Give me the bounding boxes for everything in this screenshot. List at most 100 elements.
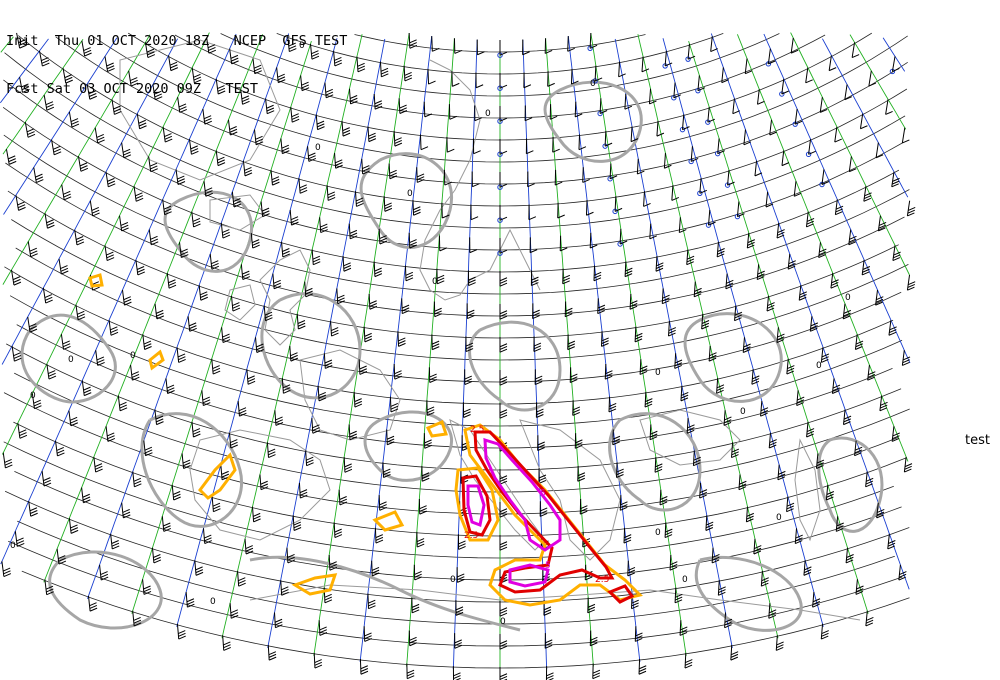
wind-barb [161,516,171,532]
wind-barb [68,410,79,427]
wind-barb [454,633,463,649]
wind-barb [5,149,17,165]
meridian-line [221,34,363,639]
gray-isoline [48,550,163,630]
wind-barb [27,241,38,258]
coast-caspian [794,438,821,542]
side-label: test [965,433,990,448]
latitude-line [4,266,894,405]
wind-barb [181,453,191,469]
wind-barb [877,215,887,232]
wind-barb [464,369,473,385]
wind-barb [416,531,425,548]
wind-barb [754,160,763,177]
wind-barb [428,367,437,383]
wind-barb [142,579,152,595]
wind-barb [133,186,144,202]
wind-barb [280,138,290,155]
wind-barb [499,370,508,386]
contour-label-zero: 0 [485,109,491,119]
wind-barb [427,68,436,85]
wind-barb [363,626,372,642]
wind-barb [499,601,508,617]
wind-barb [906,274,916,291]
gray-isoline [683,312,783,403]
wind-barb [863,186,872,202]
wind-barb [781,150,790,167]
wind-barb [545,666,554,680]
wind-barb [775,635,784,651]
wind-barb [901,127,910,144]
wind-barb [456,567,465,583]
wind-barb [130,364,140,381]
wind-barb [121,289,132,306]
wind-barb [201,390,211,406]
wind-barb [433,301,442,318]
wind-barb [33,167,44,184]
wind-barb [499,667,508,680]
contour-label-zero: 0 [210,597,216,607]
wind-barb [46,363,57,380]
wind-barb [903,456,913,473]
wind-barb [889,56,900,75]
wind-barb [371,560,380,577]
wind-barb [497,73,508,91]
wind-barb [654,457,663,473]
wind-barb [75,304,86,321]
wind-barb [431,36,440,52]
wind-barb [664,522,673,539]
wind-barb [406,663,415,680]
wind-barb [879,395,888,412]
wind-barb [94,127,105,144]
wind-barb [663,153,672,169]
wind-barb [162,126,173,143]
wind-barb [108,320,119,336]
wind-barb [861,259,871,276]
wind-barb [81,380,92,397]
meridian-line [882,37,906,72]
wind-barb [656,120,665,137]
wind-barb [117,395,128,412]
wind-barb [466,303,475,320]
wind-barb [418,498,427,515]
wind-barb [260,201,270,218]
wind-barb [105,426,116,442]
wind-barb [95,350,105,366]
contour-label-magenta: 5 [545,561,551,571]
wind-barb [730,644,739,661]
wind-barb [497,205,508,223]
wind-barb [684,652,693,669]
gray-isoline [249,555,521,632]
init-time-line: Init Thu 01 OCT 2020 18Z NCEP GFS TEST [6,33,348,49]
meridian-line [359,36,433,663]
wind-barb [499,337,508,353]
contour-label-red: 2.5 [595,575,609,585]
wind-barb [202,528,212,544]
wind-barb [475,72,484,89]
wind-barb [854,334,864,350]
wind-barb [136,113,147,130]
wind-barb [81,487,91,504]
wind-barb [191,211,201,228]
contour-label-zero: 0 [450,575,456,585]
wind-barb [469,237,478,254]
contour-label-zero: 0 [776,513,782,523]
wind-barb [221,327,231,344]
wind-barb [254,129,264,146]
wind-barb [227,119,238,136]
wind-barb [674,587,683,604]
wind-barb [842,409,852,426]
wind-barb [634,326,643,343]
wind-barb [175,169,186,185]
wind-barb [121,142,132,159]
wind-barb [470,204,479,221]
wind-barb [453,38,463,54]
wind-barb [865,610,874,627]
gray-isoline [468,320,562,412]
wind-barb [499,634,508,650]
wind-barb [55,440,65,457]
contour-label-zero: 0 [315,143,321,153]
meridian-line [849,34,907,130]
wind-barb [93,456,103,473]
gray-isoline [260,292,362,400]
